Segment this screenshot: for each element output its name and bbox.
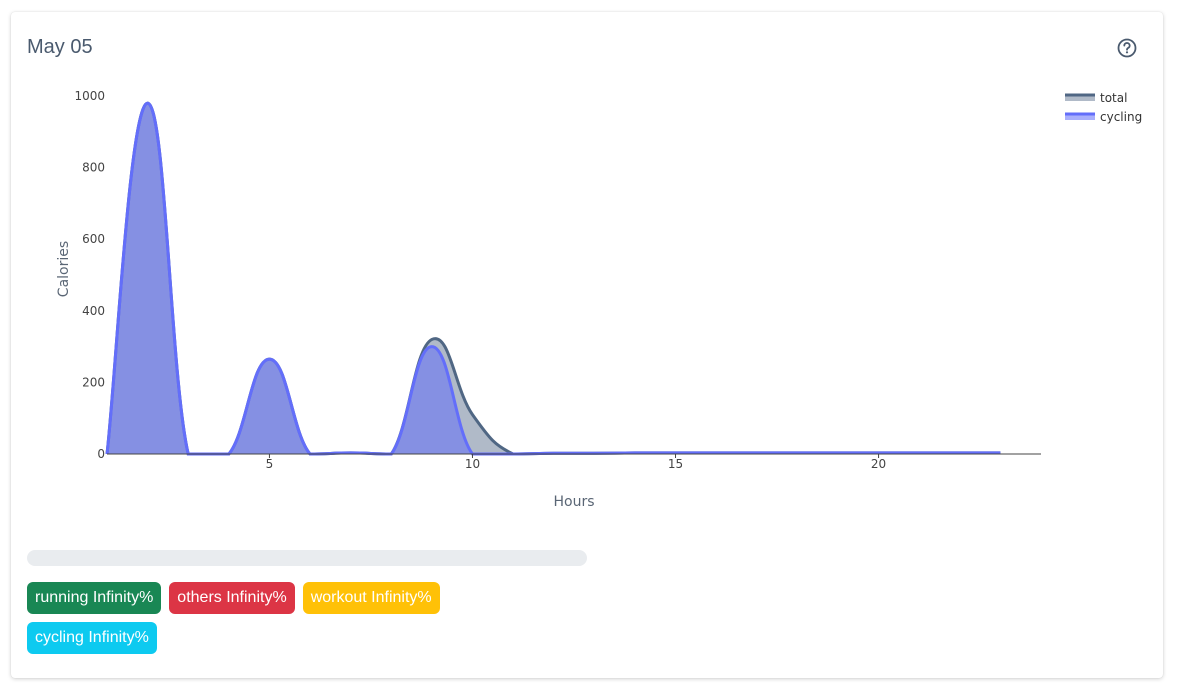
cycling-series-line [105,101,1001,456]
y-axis-ticks: 0 200 400 600 800 1000 [74,89,105,461]
badge-others[interactable]: others Infinity% [169,582,295,614]
total-series-line [105,101,1001,456]
chart-legend: total cycling [1065,91,1142,124]
badge-workout[interactable]: workout Infinity% [302,582,440,614]
total-series-area [107,103,1001,454]
badge-cycling[interactable]: cycling Infinity% [27,622,157,654]
y-tick-label: 600 [82,232,105,246]
x-tick-label: 10 [465,457,480,471]
legend-label-total: total [1100,91,1127,105]
progress-bar [27,550,587,566]
y-tick-label: 200 [82,375,105,389]
activity-badges: running Infinity% others Infinity% workout… [27,582,507,662]
calories-card: May 05 0 200 400 600 800 1000 5 10 15 20 Hours C… [11,12,1163,678]
y-tick-label: 800 [82,161,105,175]
y-tick-label: 400 [82,304,105,318]
y-axis-label: Calories [56,241,72,297]
cycling-series-area [107,103,1001,454]
x-tick-label: 15 [668,457,683,471]
x-axis-label: Hours [553,494,594,510]
badge-running[interactable]: running Infinity% [27,582,162,614]
y-tick-label: 1000 [74,89,105,103]
x-tick-label: 20 [871,457,886,471]
x-axis-ticks: 5 10 15 20 [266,454,886,471]
y-tick-label: 0 [97,447,105,461]
x-tick-label: 5 [266,457,274,471]
legend-label-cycling: cycling [1100,110,1142,124]
calories-area-chart: 0 200 400 600 800 1000 5 10 15 20 Hours Calories… [56,89,1142,510]
